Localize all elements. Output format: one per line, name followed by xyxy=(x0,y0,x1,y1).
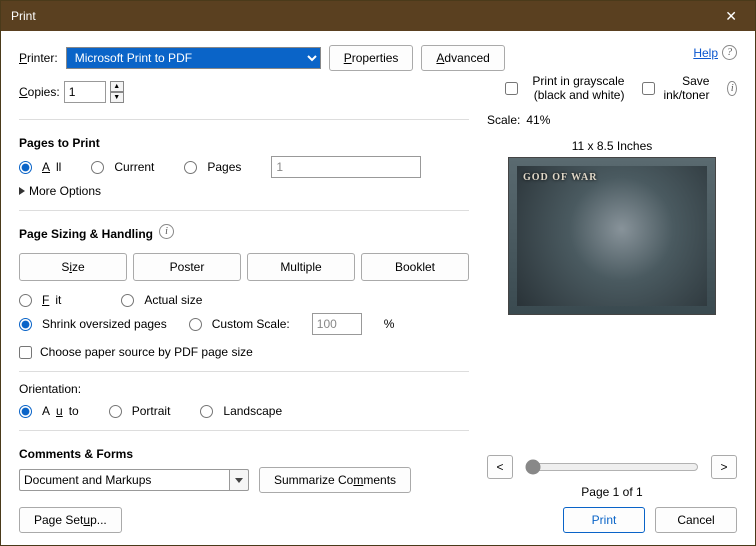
preview-next-button[interactable]: > xyxy=(711,455,737,479)
chevron-down-icon xyxy=(235,478,243,483)
saveink-info-icon[interactable]: i xyxy=(727,81,737,96)
spinner-down-icon[interactable]: ▼ xyxy=(110,92,124,103)
more-options-toggle[interactable]: More Options xyxy=(19,184,469,198)
page-setup-button[interactable]: Page Setup... xyxy=(19,507,122,533)
orientation-title: Orientation: xyxy=(19,382,469,396)
radio-shrink[interactable]: Shrink oversized pages xyxy=(19,317,167,331)
print-button[interactable]: Print xyxy=(563,507,645,533)
tab-poster[interactable]: Poster xyxy=(133,253,241,281)
page-range-input[interactable] xyxy=(271,156,421,178)
custom-scale-input[interactable] xyxy=(312,313,362,335)
percent-label: % xyxy=(384,317,395,331)
page-indicator: Page 1 of 1 xyxy=(487,485,737,499)
copies-spinner[interactable]: ▲ ▼ xyxy=(110,81,124,103)
sizing-info-icon[interactable]: i xyxy=(159,224,174,239)
tab-booklet[interactable]: Booklet xyxy=(361,253,469,281)
preview-prev-button[interactable]: < xyxy=(487,455,513,479)
preview-art xyxy=(517,166,707,306)
grayscale-label: Print in grayscale (black and white) xyxy=(526,74,625,102)
preview-slider[interactable] xyxy=(525,459,699,475)
radio-current[interactable]: Current xyxy=(91,160,154,174)
saveink-checkbox-group[interactable]: Save ink/toner xyxy=(642,74,709,102)
tab-multiple[interactable]: Multiple xyxy=(247,253,355,281)
saveink-checkbox[interactable] xyxy=(642,82,655,95)
advanced-button[interactable]: Advanced xyxy=(421,45,504,71)
radio-landscape[interactable]: Landscape xyxy=(200,404,282,418)
radio-actual[interactable]: Actual size xyxy=(121,293,202,307)
comments-title: Comments & Forms xyxy=(19,447,469,461)
radio-auto[interactable]: Auto xyxy=(19,404,79,418)
copies-input[interactable] xyxy=(64,81,106,103)
saveink-label: Save ink/toner xyxy=(663,74,709,102)
sizing-title: Page Sizing & Handling xyxy=(19,227,153,241)
title-bar: Print ✕ xyxy=(1,1,755,31)
cancel-button[interactable]: Cancel xyxy=(655,507,737,533)
radio-pages[interactable]: Pages xyxy=(184,160,241,174)
pages-to-print-title: Pages to Print xyxy=(19,136,469,150)
dialog-content: Printer: Microsoft Print to PDF Properti… xyxy=(1,31,755,545)
grayscale-checkbox-group[interactable]: Print in grayscale (black and white) xyxy=(505,74,625,102)
printer-label: Printer: xyxy=(19,51,58,65)
choose-paper-checkbox[interactable] xyxy=(19,346,32,359)
radio-portrait[interactable]: Portrait xyxy=(109,404,171,418)
window-title: Print xyxy=(11,9,36,23)
summarize-comments-button[interactable]: Summarize Comments xyxy=(259,467,411,493)
copies-label: Copies: xyxy=(19,85,60,99)
combo-drop-button[interactable] xyxy=(229,469,249,491)
preview-logo-text: GOD OF WAR xyxy=(523,172,597,183)
tab-size[interactable]: Size xyxy=(19,253,127,281)
scale-label: Scale: xyxy=(487,113,520,127)
help-link[interactable]: Help xyxy=(693,46,718,60)
preview-thumbnail: GOD OF WAR xyxy=(508,157,716,315)
close-icon[interactable]: ✕ xyxy=(717,4,745,29)
radio-fit[interactable]: Fit xyxy=(19,293,61,307)
scale-value: 41% xyxy=(526,113,550,127)
comments-combo[interactable] xyxy=(19,469,249,491)
choose-paper-checkbox-group[interactable]: Choose paper source by PDF page size xyxy=(19,345,469,359)
triangle-right-icon xyxy=(19,187,25,195)
printer-select[interactable]: Microsoft Print to PDF xyxy=(66,47,321,69)
radio-custom[interactable]: Custom Scale: xyxy=(189,317,290,331)
help-info-icon[interactable]: ? xyxy=(722,45,737,60)
preview-dimensions: 11 x 8.5 Inches xyxy=(487,139,737,153)
spinner-up-icon[interactable]: ▲ xyxy=(110,81,124,92)
radio-all[interactable]: All xyxy=(19,160,61,174)
grayscale-checkbox[interactable] xyxy=(505,82,518,95)
properties-button[interactable]: Properties xyxy=(329,45,414,71)
comments-input[interactable] xyxy=(19,469,229,491)
